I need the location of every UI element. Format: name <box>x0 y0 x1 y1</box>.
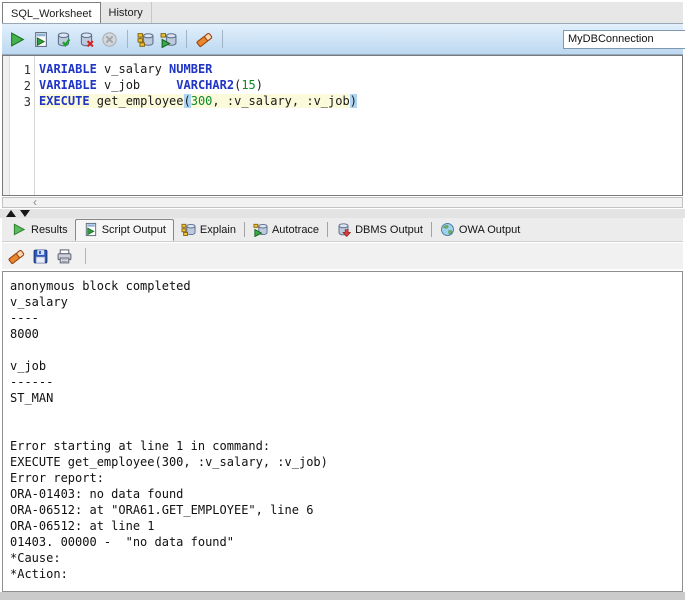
worksheet-toolbar: MyDBConnection <box>2 24 685 55</box>
editor-annotation-gutter <box>3 56 10 195</box>
tab-results[interactable]: Results <box>5 219 75 241</box>
splitter-collapse-down-icon[interactable] <box>20 210 30 217</box>
explain-plan-button[interactable] <box>134 28 156 50</box>
cancel-icon <box>101 31 118 48</box>
connection-selector[interactable]: MyDBConnection <box>563 30 685 49</box>
output-tab-bar: Results Script Output Explain Autotrace DBMS… <box>2 218 683 242</box>
panel-splitter[interactable] <box>0 209 685 218</box>
results-icon <box>12 222 27 237</box>
tab-owa-output[interactable]: OWA Output <box>433 219 527 241</box>
sql-editor[interactable]: 1 2 3 VARIABLE v_salary NUMBER VARIABLE v_j… <box>2 55 683 196</box>
line-number: 3 <box>23 95 31 109</box>
commit-icon <box>55 31 72 48</box>
editor-horizontal-scrollbar[interactable]: ‹ <box>2 195 683 209</box>
code-line[interactable]: VARIABLE v_salary NUMBER <box>39 62 682 78</box>
owa-output-icon <box>440 222 455 237</box>
autotrace-icon <box>253 222 268 237</box>
run-icon <box>9 31 26 48</box>
commit-button[interactable] <box>52 28 74 50</box>
save-output-button[interactable] <box>29 245 51 267</box>
run-script-icon <box>32 31 49 48</box>
explain-icon <box>181 222 196 237</box>
tab-label: Explain <box>199 223 236 236</box>
tab-divider <box>327 222 329 237</box>
tab-dbms-output[interactable]: DBMS Output <box>329 219 430 241</box>
tab-autotrace[interactable]: Autotrace <box>246 219 326 241</box>
splitter-collapse-up-icon[interactable] <box>6 210 16 217</box>
autotrace-icon <box>160 31 177 48</box>
script-output-text: anonymous block completed v_salary ---- … <box>10 279 328 581</box>
printer-icon <box>56 248 73 265</box>
clear-button[interactable] <box>193 28 215 50</box>
dbms-output-icon <box>336 222 352 237</box>
toolbar-separator <box>222 30 223 48</box>
save-icon <box>32 248 49 265</box>
cancel-button <box>98 28 120 50</box>
tab-label: DBMS Output <box>355 223 423 236</box>
editor-gutter: 1 2 3 <box>10 56 34 195</box>
autotrace-button[interactable] <box>157 28 179 50</box>
run-statement-button[interactable] <box>6 28 28 50</box>
worksheet-tab-bar: SQL_Worksheet History <box>2 2 683 24</box>
code-line[interactable]: EXECUTE get_employee(300, :v_salary, :v_… <box>39 94 682 110</box>
tab-divider <box>430 222 432 237</box>
tab-label: Autotrace <box>271 223 320 236</box>
eraser-icon <box>7 248 25 265</box>
line-number: 2 <box>23 79 31 93</box>
toolbar-separator <box>85 248 86 264</box>
rollback-button[interactable] <box>75 28 97 50</box>
toolbar-separator <box>127 30 128 48</box>
tab-script-output[interactable]: Script Output <box>74 218 174 241</box>
line-number: 1 <box>23 63 31 77</box>
eraser-icon <box>195 31 213 48</box>
tab-label: OWA Output <box>458 223 521 236</box>
tab-divider <box>243 222 245 237</box>
code-line[interactable]: VARIABLE v_job VARCHAR2(15) <box>39 78 682 94</box>
editor-code[interactable]: VARIABLE v_salary NUMBER VARIABLE v_job V… <box>35 56 682 195</box>
tab-label: Results <box>31 223 68 236</box>
script-output-panel[interactable]: anonymous block completed v_salary ---- … <box>2 271 683 592</box>
output-toolbar <box>2 243 683 269</box>
scroll-left-icon[interactable]: ‹ <box>33 195 37 209</box>
explain-plan-icon <box>137 31 154 48</box>
tab-history[interactable]: History <box>101 2 152 23</box>
run-script-button[interactable] <box>29 28 51 50</box>
tab-sql_worksheet[interactable]: SQL_Worksheet <box>2 2 101 23</box>
tab-explain[interactable]: Explain <box>174 219 243 241</box>
rollback-icon <box>78 31 95 48</box>
script-output-icon <box>83 222 98 237</box>
toolbar-separator <box>186 30 187 48</box>
sql-developer-worksheet-window: SQL_Worksheet History MyDBConnection 1 2 3 … <box>0 0 685 600</box>
print-output-button[interactable] <box>53 245 75 267</box>
tab-label: Script Output <box>101 223 166 236</box>
window-bottom-edge <box>0 592 685 600</box>
clear-output-button[interactable] <box>5 245 27 267</box>
